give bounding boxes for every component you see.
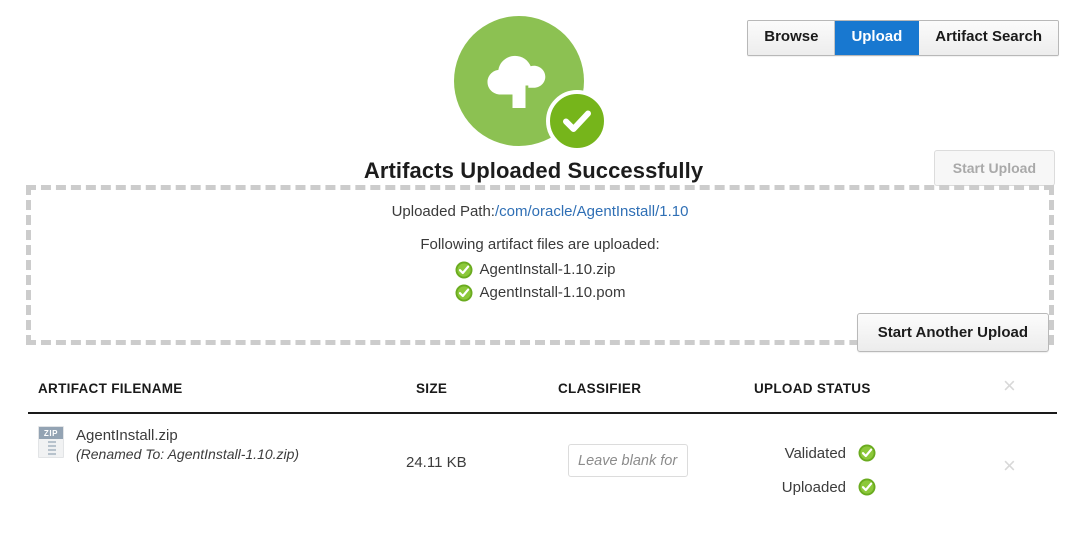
upload-success-hero: Artifacts Uploaded Successfully <box>0 14 1067 184</box>
cloud-upload-success-icon <box>452 14 616 154</box>
check-circle-icon <box>455 284 473 302</box>
check-circle-icon <box>858 444 876 462</box>
start-upload-button[interactable]: Start Upload <box>933 150 1055 186</box>
column-header-filename: ARTIFACT FILENAME <box>38 381 183 396</box>
list-item: AgentInstall-1.10.pom <box>455 282 626 304</box>
table-header-row: ARTIFACT FILENAME SIZE CLASSIFIER UPLOAD… <box>28 368 1057 414</box>
file-name-block: AgentInstall.zip (Renamed To: AgentInsta… <box>76 426 299 464</box>
check-circle-icon <box>858 478 876 496</box>
upload-dropzone[interactable]: Uploaded Path:/com/oracle/AgentInstall/1… <box>26 185 1054 352</box>
artifact-table: ARTIFACT FILENAME SIZE CLASSIFIER UPLOAD… <box>28 368 1057 498</box>
status-validated: Validated <box>768 436 898 470</box>
check-circle-icon <box>455 261 473 279</box>
cell-size: 24.11 KB <box>406 454 467 471</box>
uploaded-files-intro: Following artifact files are uploaded: <box>420 236 660 253</box>
list-item: AgentInstall-1.10.zip <box>455 259 626 281</box>
zip-file-icon: ZIP <box>38 426 64 458</box>
uploaded-path-value: /com/oracle/AgentInstall/1.10 <box>494 203 689 220</box>
artifact-renamed-note: (Renamed To: AgentInstall-1.10.zip) <box>76 446 300 462</box>
zip-teeth <box>48 441 56 457</box>
column-header-size: SIZE <box>416 381 448 396</box>
table-row: ZIP AgentInstall.zip (Renamed To: AgentI… <box>28 414 1057 498</box>
column-header-classifier: CLASSIFIER <box>558 381 642 396</box>
classifier-input[interactable] <box>568 444 688 477</box>
uploaded-path-label: Uploaded Path: <box>391 203 495 220</box>
column-header-upload-status: UPLOAD STATUS <box>754 381 871 396</box>
cloud-upload-icon <box>487 55 545 108</box>
success-check-badge <box>545 90 608 152</box>
artifact-filename: AgentInstall.zip <box>76 427 178 444</box>
start-another-upload-button[interactable]: Start Another Upload <box>856 313 1049 352</box>
cell-classifier <box>568 444 688 477</box>
check-icon <box>562 110 591 132</box>
clear-all-icon[interactable]: × <box>1003 375 1016 397</box>
page-title: Artifacts Uploaded Successfully <box>363 158 704 183</box>
status-label: Uploaded <box>781 478 846 496</box>
uploaded-file-name: AgentInstall-1.10.pom <box>479 284 626 301</box>
zip-icon-label: ZIP <box>39 427 63 439</box>
uploaded-file-name: AgentInstall-1.10.zip <box>479 261 616 278</box>
uploaded-path: Uploaded Path:/com/oracle/AgentInstall/1… <box>392 202 689 222</box>
cell-filename: ZIP AgentInstall.zip (Renamed To: AgentI… <box>38 426 299 464</box>
status-uploaded: Uploaded <box>768 470 898 504</box>
cell-upload-status: Validated Uploaded <box>768 436 898 504</box>
remove-row-icon[interactable]: × <box>1003 455 1016 477</box>
upload-page: Browse Upload Artifact Search Artifacts … <box>0 0 1067 534</box>
dropzone-content: Uploaded Path:/com/oracle/AgentInstall/1… <box>31 202 1049 305</box>
uploaded-files-list: AgentInstall-1.10.zip AgentInstall-1.10.… <box>455 259 626 305</box>
status-label: Validated <box>784 444 846 462</box>
